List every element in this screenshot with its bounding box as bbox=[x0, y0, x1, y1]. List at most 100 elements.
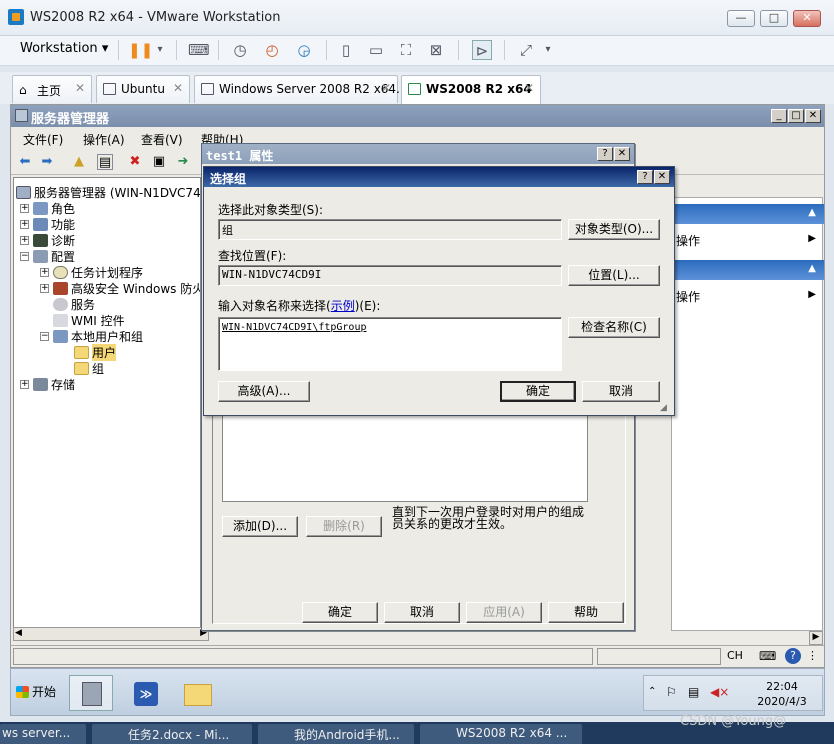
chevron-down-icon[interactable]: ▾ bbox=[150, 40, 170, 60]
menu-action[interactable]: 操作(A) bbox=[83, 131, 125, 148]
check-names-button[interactable]: 检查名称(C) bbox=[568, 317, 660, 338]
sm-close-button[interactable]: ✕ bbox=[805, 109, 821, 123]
tab-windows-server[interactable]: Windows Server 2008 R2 x64... ✕ bbox=[194, 75, 408, 103]
actions-section-header[interactable] bbox=[672, 260, 824, 280]
tree-item-firewall[interactable]: + 高级安全 Windows 防火 bbox=[40, 280, 200, 296]
tree-horizontal-scrollbar[interactable]: ◀ ▶ bbox=[13, 627, 209, 641]
flag-icon[interactable]: ⚐ bbox=[666, 685, 677, 699]
delete-icon[interactable]: ✖ bbox=[127, 154, 143, 170]
keyboard-icon[interactable]: ⌨ bbox=[759, 649, 776, 663]
tree-item-users[interactable]: 用户 bbox=[74, 343, 117, 361]
resize-grip-icon[interactable]: ◢ bbox=[660, 403, 667, 413]
start-button[interactable]: 开始 bbox=[14, 679, 58, 705]
tab-home[interactable]: ⌂ 主页 ✕ bbox=[12, 75, 92, 103]
taskbar-powershell[interactable]: ≫ bbox=[123, 675, 167, 711]
ime-indicator[interactable]: CH bbox=[727, 649, 743, 662]
close-icon[interactable]: ✕ bbox=[75, 81, 85, 95]
properties-icon[interactable]: ▣ bbox=[151, 154, 167, 170]
help-icon[interactable]: ? bbox=[785, 648, 801, 664]
tree-item-task-scheduler[interactable]: + 任务计划程序 bbox=[40, 264, 143, 280]
menu-view[interactable]: 查看(V) bbox=[141, 131, 183, 148]
unity-icon[interactable]: ⊠ bbox=[426, 40, 446, 60]
action-more[interactable]: 操作 bbox=[676, 288, 700, 305]
expand-icon[interactable]: + bbox=[20, 203, 29, 213]
close-icon[interactable]: ✕ bbox=[524, 81, 534, 95]
sm-maximize-button[interactable]: □ bbox=[788, 109, 804, 123]
show-hide-tree-icon[interactable]: ▤ bbox=[97, 154, 113, 170]
network-icon[interactable]: ▤ bbox=[688, 685, 699, 699]
menu-file[interactable]: 文件(F) bbox=[23, 131, 63, 148]
scroll-left-icon[interactable]: ◀ bbox=[15, 628, 22, 638]
maximize-button[interactable]: □ bbox=[760, 10, 788, 27]
tree-item-roles[interactable]: + 角色 bbox=[20, 200, 75, 216]
up-folder-icon[interactable]: ▲ bbox=[71, 154, 87, 170]
snapshot-manager-icon[interactable]: ◶ bbox=[294, 40, 314, 60]
taskbar-server-manager[interactable] bbox=[69, 675, 113, 711]
collapse-icon[interactable]: − bbox=[40, 331, 49, 341]
props-close-button[interactable]: ✕ bbox=[614, 147, 630, 161]
snapshot-icon[interactable]: ◷ bbox=[230, 40, 250, 60]
expand-icon[interactable]: + bbox=[40, 283, 49, 293]
props-ok-button[interactable]: 确定 bbox=[302, 602, 378, 623]
clock-date[interactable]: 2020/4/3 bbox=[752, 695, 812, 708]
close-icon[interactable]: ✕ bbox=[381, 81, 391, 95]
tree-item-server-manager[interactable]: 服务器管理器 (WIN-N1DVC74C bbox=[16, 184, 200, 200]
tree-item-services[interactable]: 服务 bbox=[53, 296, 95, 312]
revert-snapshot-icon[interactable]: ◴ bbox=[262, 40, 282, 60]
props-cancel-button[interactable]: 取消 bbox=[384, 602, 460, 623]
tree-item-wmi[interactable]: WMI 控件 bbox=[53, 312, 125, 328]
forward-arrow-icon[interactable]: ➡ bbox=[39, 154, 55, 170]
stretch-guest-icon[interactable]: ⤢ bbox=[516, 40, 536, 60]
member-of-list[interactable] bbox=[222, 412, 588, 502]
back-arrow-icon[interactable]: ⬅ bbox=[17, 154, 33, 170]
tree-item-features[interactable]: + 功能 bbox=[20, 216, 75, 232]
tab-ubuntu[interactable]: Ubuntu ✕ bbox=[96, 75, 190, 103]
examples-link[interactable]: 示例 bbox=[331, 299, 355, 313]
tree-item-storage[interactable]: + 存储 bbox=[20, 376, 75, 392]
clock-time[interactable]: 22:04 bbox=[752, 680, 812, 693]
props-help-text-button[interactable]: 帮助 bbox=[548, 602, 624, 623]
host-task-word[interactable]: 任务2.docx - Mi... bbox=[92, 724, 252, 744]
pause-icon[interactable]: ❚❚ bbox=[128, 40, 153, 60]
tree-item-diagnostics[interactable]: + 诊断 bbox=[20, 232, 75, 248]
tree-item-local-users-groups[interactable]: − 本地用户和组 bbox=[40, 328, 143, 344]
host-task-vmware[interactable]: WS2008 R2 x64 ... bbox=[420, 724, 582, 744]
tree-item-configuration[interactable]: − 配置 bbox=[20, 248, 75, 264]
send-keys-icon[interactable]: ⌨ bbox=[188, 40, 210, 60]
full-screen-icon[interactable]: ⛶ bbox=[396, 40, 416, 60]
locations-button[interactable]: 位置(L)... bbox=[568, 265, 660, 286]
tree-item-groups[interactable]: 组 bbox=[74, 360, 104, 376]
scroll-right-icon[interactable]: ▶ bbox=[809, 631, 823, 645]
sm-minimize-button[interactable]: _ bbox=[771, 109, 787, 123]
minimize-button[interactable]: — bbox=[727, 10, 755, 27]
export-list-icon[interactable]: ➜ bbox=[175, 154, 191, 170]
sel-ok-button[interactable]: 确定 bbox=[500, 381, 576, 402]
show-library-icon[interactable]: ▯ bbox=[336, 40, 356, 60]
props-apply-button[interactable]: 应用(A) bbox=[466, 602, 542, 623]
actions-section-header[interactable] bbox=[672, 204, 824, 224]
close-button[interactable]: ✕ bbox=[793, 10, 821, 27]
sel-cancel-button[interactable]: 取消 bbox=[582, 381, 660, 402]
show-hidden-icons[interactable]: ⌃ bbox=[648, 686, 656, 697]
add-button[interactable]: 添加(D)... bbox=[222, 516, 298, 537]
close-icon[interactable]: ✕ bbox=[173, 81, 183, 95]
host-task-android[interactable]: 我的Android手机... bbox=[258, 724, 414, 744]
props-help-button[interactable]: ? bbox=[597, 147, 613, 161]
taskbar-explorer[interactable] bbox=[175, 675, 219, 711]
expand-icon[interactable]: + bbox=[40, 267, 49, 277]
expand-icon[interactable]: + bbox=[20, 379, 29, 389]
expand-icon[interactable]: + bbox=[20, 219, 29, 229]
object-names-input[interactable]: WIN-N1DVC74CD9I\ftpGroup bbox=[218, 317, 562, 371]
tab-ws2008[interactable]: WS2008 R2 x64 ✕ bbox=[401, 75, 541, 105]
console-view-icon[interactable]: ⊳ bbox=[472, 40, 492, 60]
chevron-down-icon[interactable]: ▾ bbox=[538, 40, 558, 60]
options-icon[interactable]: ⋮ bbox=[807, 649, 818, 662]
volume-muted-icon[interactable]: ◀× bbox=[710, 685, 729, 699]
workstation-menu[interactable]: Workstation ▾ bbox=[20, 41, 108, 56]
host-task-ws-server[interactable]: ws server... bbox=[0, 724, 86, 744]
remove-button[interactable]: 删除(R) bbox=[306, 516, 382, 537]
thumbnail-bar-icon[interactable]: ▭ bbox=[366, 40, 386, 60]
collapse-icon[interactable]: − bbox=[20, 251, 29, 261]
expand-icon[interactable]: + bbox=[20, 235, 29, 245]
action-more[interactable]: 操作 bbox=[676, 232, 700, 249]
